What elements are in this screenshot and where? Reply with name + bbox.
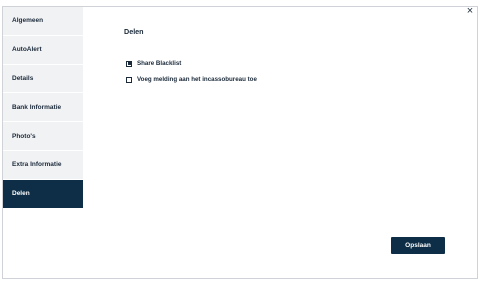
close-icon[interactable]: × (464, 5, 476, 17)
sidebar-item-bank-informatie[interactable]: Bank Informatie (3, 93, 83, 123)
sidebar-item-label: Algemeen (12, 17, 44, 25)
settings-dialog: × Algemeen AutoAlert Details Bank Inform… (2, 5, 478, 279)
incasso-notification-label: Voeg melding aan het incassobureau toe (137, 76, 257, 83)
sidebar-item-label: Details (12, 74, 34, 82)
sidebar-item-label: Delen (12, 190, 30, 198)
sidebar-item-details[interactable]: Details (3, 64, 83, 94)
incasso-notification-option: Voeg melding aan het incassobureau toe (126, 76, 257, 83)
sidebar-item-extra-informatie[interactable]: Extra Informatie (3, 150, 83, 180)
sidebar-item-label: AutoAlert (12, 46, 42, 54)
sidebar-item-label: Bank Informatie (12, 103, 62, 111)
incasso-notification-checkbox[interactable] (126, 76, 132, 83)
sidebar-item-algemeen[interactable]: Algemeen (3, 7, 83, 36)
share-blacklist-checkbox[interactable] (126, 60, 132, 67)
sidebar: Algemeen AutoAlert Details Bank Informat… (3, 7, 83, 220)
share-blacklist-option: Share Blacklist (126, 60, 181, 67)
save-button[interactable]: Opslaan (391, 237, 445, 254)
sidebar-item-photos[interactable]: Photo's (3, 122, 83, 151)
share-blacklist-label: Share Blacklist (137, 60, 182, 67)
sidebar-item-label: Extra Informatie (12, 161, 62, 169)
sidebar-item-delen[interactable]: Delen (3, 179, 83, 209)
sidebar-item-autoalert[interactable]: AutoAlert (3, 35, 83, 65)
section-title: Delen (124, 27, 144, 36)
sidebar-item-label: Photo's (12, 132, 36, 140)
